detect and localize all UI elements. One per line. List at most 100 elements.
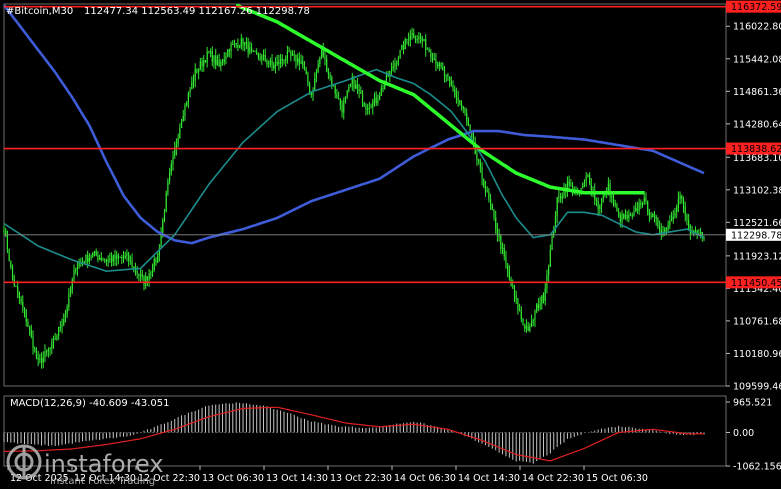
candle-body bbox=[69, 288, 72, 294]
candle-body bbox=[534, 311, 536, 321]
candle-body bbox=[332, 85, 335, 87]
candle-body bbox=[146, 276, 149, 280]
candle-body bbox=[274, 64, 277, 69]
candle-body bbox=[435, 59, 437, 65]
candle-body bbox=[56, 335, 58, 340]
candle-body bbox=[621, 214, 623, 222]
candle-body bbox=[559, 196, 562, 199]
main-panel: 116022.80115442.08114861.36114280.641136… bbox=[2, 0, 781, 484]
candle-body bbox=[177, 138, 179, 145]
candle-body bbox=[102, 259, 104, 261]
candle-body bbox=[423, 38, 425, 42]
candle-body bbox=[392, 66, 394, 68]
candle-body bbox=[51, 343, 53, 349]
candle-body bbox=[198, 68, 200, 73]
candle-body bbox=[665, 228, 668, 230]
watermark-brand: instaforex bbox=[44, 450, 164, 478]
candle-body bbox=[582, 183, 584, 189]
candle-body bbox=[681, 195, 683, 200]
candle-body bbox=[273, 64, 275, 69]
candle-body bbox=[107, 259, 109, 262]
candle-body bbox=[525, 326, 528, 329]
candle-body bbox=[239, 46, 241, 48]
candle-body bbox=[503, 247, 505, 256]
time-tick-label: 14 Oct 14:30 bbox=[458, 473, 520, 484]
candle-body bbox=[180, 120, 183, 128]
candle-body bbox=[39, 358, 41, 360]
candle-body bbox=[215, 56, 217, 65]
candle-body bbox=[153, 259, 155, 271]
candle-body bbox=[491, 205, 493, 210]
candle-body bbox=[406, 39, 408, 41]
candle-body bbox=[365, 106, 367, 110]
candle-body bbox=[399, 49, 401, 59]
candle-body bbox=[54, 338, 56, 340]
candle-body bbox=[305, 69, 307, 74]
candle-body bbox=[206, 51, 208, 63]
candle-body bbox=[483, 178, 485, 188]
price-tick-label: 114861.36 bbox=[733, 87, 781, 98]
candle-body bbox=[247, 42, 249, 53]
candle-body bbox=[250, 47, 253, 50]
price-chart[interactable]: 116022.80115442.08114861.36114280.641136… bbox=[0, 0, 781, 489]
candle-body bbox=[66, 307, 68, 314]
candle-body bbox=[196, 68, 198, 73]
candle-body bbox=[64, 313, 67, 320]
candle-body bbox=[276, 61, 278, 65]
candle-body bbox=[17, 286, 19, 292]
candle-body bbox=[349, 83, 352, 87]
candle-body bbox=[216, 60, 219, 65]
candle-body bbox=[624, 215, 627, 218]
candle-body bbox=[416, 38, 418, 40]
candle-body bbox=[469, 125, 471, 131]
candle-body bbox=[537, 304, 539, 309]
candle-body bbox=[85, 255, 87, 263]
candle-body bbox=[489, 199, 492, 206]
candle-body bbox=[336, 93, 338, 99]
candle-body bbox=[529, 326, 531, 331]
candle-body bbox=[452, 84, 454, 90]
candle-body bbox=[478, 159, 480, 162]
candle-body bbox=[460, 103, 463, 107]
candle-body bbox=[291, 54, 294, 56]
candle-body bbox=[618, 211, 620, 216]
candle-body bbox=[515, 295, 517, 299]
candle-body bbox=[334, 85, 336, 94]
candle-body bbox=[375, 97, 377, 104]
candle-body bbox=[367, 108, 369, 110]
price-tick-label: 109599.46 bbox=[733, 382, 781, 393]
sma-fast-line bbox=[3, 68, 705, 272]
sma-slow-line bbox=[2, 4, 705, 245]
candle-body bbox=[27, 321, 29, 327]
macd-tick-label: 965.521 bbox=[733, 398, 772, 409]
candle-body bbox=[288, 51, 290, 53]
candle-body bbox=[440, 62, 442, 68]
price-tick-label: 110180.96 bbox=[733, 349, 781, 360]
time-tick-label: 13 Oct 22:30 bbox=[330, 473, 392, 484]
candle-body bbox=[481, 167, 483, 179]
candle-body bbox=[58, 326, 60, 336]
candle-body bbox=[138, 273, 140, 276]
candle-body bbox=[109, 258, 111, 260]
current-price-label: 112298.78 bbox=[731, 230, 781, 241]
candle-body bbox=[394, 63, 396, 67]
candle-body bbox=[338, 98, 340, 100]
candle-body bbox=[117, 255, 119, 258]
candle-body bbox=[150, 272, 152, 274]
candle-body bbox=[433, 59, 435, 61]
candle-body bbox=[467, 119, 469, 126]
candle-body bbox=[339, 98, 341, 106]
candle-body bbox=[104, 259, 106, 261]
candle-body bbox=[244, 42, 246, 45]
candle-body bbox=[295, 54, 297, 62]
candle-body bbox=[162, 219, 164, 234]
candle-body bbox=[443, 69, 446, 76]
candle-body bbox=[659, 226, 661, 230]
candle-body bbox=[145, 276, 147, 286]
candle-body bbox=[73, 270, 75, 280]
candle-body bbox=[614, 203, 616, 206]
candle-body bbox=[93, 251, 96, 253]
candle-body bbox=[189, 89, 191, 93]
candle-body bbox=[612, 195, 615, 204]
candle-body bbox=[522, 319, 524, 326]
